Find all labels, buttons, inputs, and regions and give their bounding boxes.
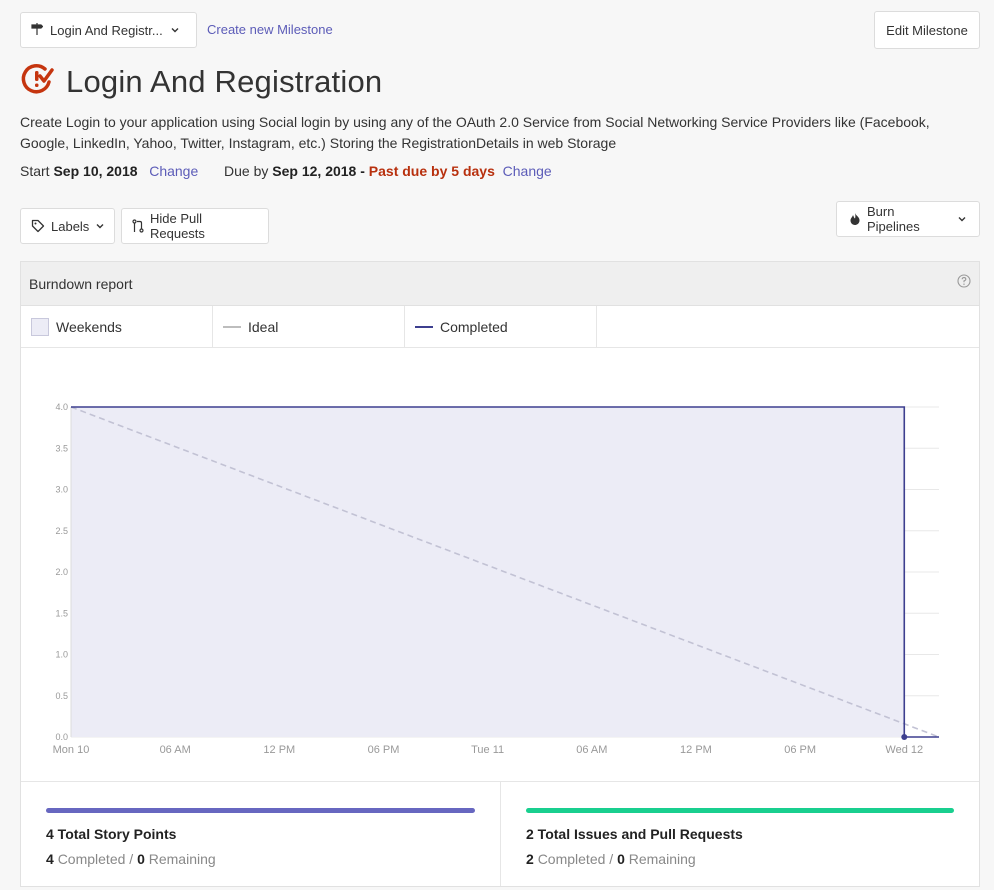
legend-ideal[interactable]: Ideal <box>213 306 405 347</box>
chevron-down-icon <box>95 221 105 231</box>
milestone-header: Login And Registration <box>20 62 382 101</box>
pull-request-icon <box>132 219 144 233</box>
milestone-description: Create Login to your application using S… <box>20 114 930 151</box>
burn-pipelines-label: Burn Pipelines <box>867 204 920 234</box>
milestone-icon <box>20 62 54 101</box>
legend-completed[interactable]: Completed <box>405 306 597 347</box>
story-points-progress-bar <box>46 808 475 813</box>
x-tick-label: 06 PM <box>784 744 816 756</box>
x-tick-label: 12 PM <box>263 744 295 756</box>
issues-completed: 2 <box>526 851 534 867</box>
create-milestone-link[interactable]: Create new Milestone <box>207 22 333 37</box>
labels-button[interactable]: Labels <box>20 208 115 244</box>
burndown-panel: Burndown report Weekends Ideal Completed… <box>20 261 980 887</box>
remaining-label: Remaining <box>628 851 696 867</box>
remaining-label: Remaining <box>148 851 216 867</box>
issues-remaining: 0 <box>617 851 625 867</box>
tag-icon <box>31 219 45 233</box>
burndown-chart-svg: 0.0 0.5 1.0 1.5 2.0 2.5 3.0 3.5 4.0 Mon 10 06 AM 12… <box>53 402 940 756</box>
x-tick-label: 06 AM <box>576 744 607 756</box>
separator: / <box>609 851 614 867</box>
hide-pull-requests-button[interactable]: Hide Pull Requests <box>121 208 269 244</box>
story-points-title: 4 Total Story Points <box>46 826 177 842</box>
help-icon[interactable] <box>957 274 971 293</box>
ideal-swatch <box>223 325 241 328</box>
chart-legend: Weekends Ideal Completed <box>21 306 979 348</box>
y-tick-label: 1.5 <box>55 608 68 618</box>
start-date: Sep 10, 2018 <box>53 163 138 179</box>
legend-weekends[interactable]: Weekends <box>21 306 213 347</box>
y-tick-label: 3.0 <box>55 485 68 495</box>
edit-milestone-label: Edit Milestone <box>886 22 968 38</box>
due-label: Due by <box>224 163 269 179</box>
start-change-link[interactable]: Change <box>149 163 198 179</box>
legend-completed-label: Completed <box>440 318 508 335</box>
issues-summary: 2 Total Issues and Pull Requests 2 Compl… <box>500 782 979 886</box>
y-tick-label: 4.0 <box>55 402 68 412</box>
due-change-link[interactable]: Change <box>503 163 552 179</box>
edit-milestone-button[interactable]: Edit Milestone <box>874 11 980 49</box>
completed-label: Completed <box>537 851 606 867</box>
signpost-icon <box>31 22 44 39</box>
story-points-remaining: 0 <box>137 851 145 867</box>
past-due-badge: Past due by 5 days <box>368 163 495 179</box>
summary-stats: 4 Total Story Points 4 Completed / 0 Rem… <box>21 782 979 886</box>
y-tick-label: 0.0 <box>55 732 68 742</box>
issues-title: 2 Total Issues and Pull Requests <box>526 826 743 842</box>
completed-point <box>901 734 908 740</box>
completed-swatch <box>415 325 433 328</box>
burndown-header: Burndown report <box>21 262 979 306</box>
story-points-summary: 4 Total Story Points 4 Completed / 0 Rem… <box>21 782 500 886</box>
page-title: Login And Registration <box>66 63 383 99</box>
start-label: Start <box>20 163 50 179</box>
x-tick-label: 06 PM <box>368 744 400 756</box>
story-points-breakdown: 4 Completed / 0 Remaining <box>46 851 475 867</box>
chevron-down-icon <box>170 23 180 38</box>
x-tick-label: Tue 11 <box>471 744 504 756</box>
burndown-chart: 0.0 0.5 1.0 1.5 2.0 2.5 3.0 3.5 4.0 Mon 10 06 AM 12… <box>21 348 979 782</box>
issues-progress-bar <box>526 808 954 813</box>
due-separator: - <box>360 163 365 179</box>
milestone-select-label: Login And Registr... <box>50 22 163 38</box>
milestone-dates: Start Sep 10, 2018 Change Due by Sep 12,… <box>20 163 552 179</box>
burndown-title: Burndown report <box>29 275 133 292</box>
weekends-swatch <box>31 317 49 336</box>
y-tick-label: 0.5 <box>55 691 68 701</box>
separator: / <box>129 851 134 867</box>
issues-breakdown: 2 Completed / 0 Remaining <box>526 851 954 867</box>
chevron-down-icon <box>957 214 967 224</box>
y-tick-label: 3.5 <box>55 443 68 453</box>
fire-icon <box>849 212 861 226</box>
legend-ideal-label: Ideal <box>248 318 279 335</box>
weekends-region <box>71 407 905 737</box>
milestone-select[interactable]: Login And Registr... <box>20 12 197 48</box>
due-date: Sep 12, 2018 <box>272 163 357 179</box>
y-tick-label: 2.0 <box>55 567 68 577</box>
labels-button-label: Labels <box>51 218 90 234</box>
legend-weekends-label: Weekends <box>56 318 122 335</box>
story-points-completed: 4 <box>46 851 54 867</box>
x-tick-label: Mon 10 <box>53 744 90 756</box>
hide-pull-requests-label: Hide Pull Requests <box>150 211 205 241</box>
y-tick-label: 1.0 <box>55 650 68 660</box>
completed-label: Completed <box>57 851 126 867</box>
burn-pipelines-button[interactable]: Burn Pipelines <box>836 201 980 237</box>
x-tick-label: 12 PM <box>680 744 712 756</box>
x-tick-label: Wed 12 <box>885 744 923 756</box>
x-tick-label: 06 AM <box>160 744 191 756</box>
y-tick-label: 2.5 <box>55 526 68 536</box>
